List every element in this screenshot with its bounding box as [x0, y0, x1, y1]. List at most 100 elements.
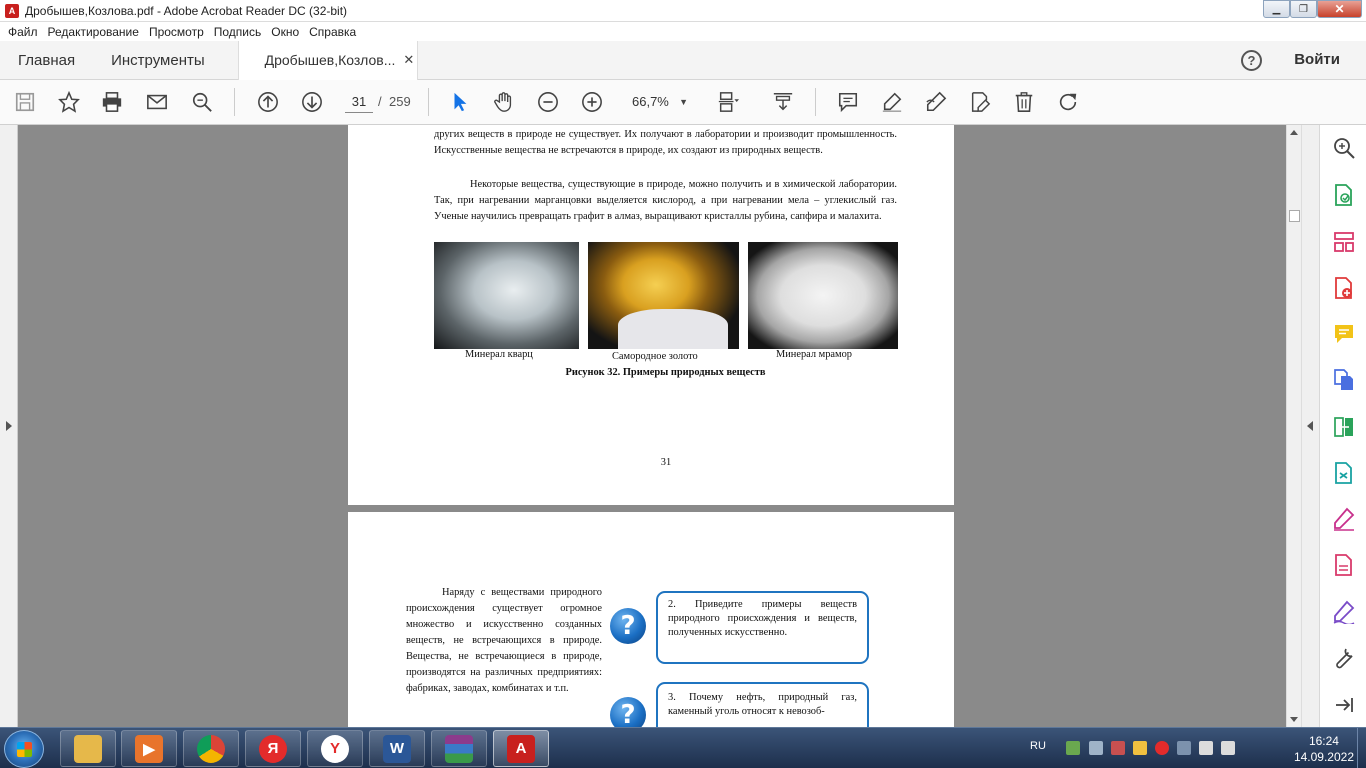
- minimize-button[interactable]: ▁: [1263, 0, 1290, 18]
- clock-date: 14.09.2022: [1293, 750, 1354, 764]
- menu-edit[interactable]: Редактирование: [48, 25, 139, 39]
- organize-pages-icon[interactable]: [1332, 230, 1356, 254]
- security-icon[interactable]: [1066, 741, 1080, 755]
- menu-view[interactable]: Просмотр: [149, 25, 204, 39]
- edit-pdf-icon[interactable]: [1332, 553, 1356, 577]
- yandex-tray-icon[interactable]: [1155, 741, 1169, 755]
- language-indicator[interactable]: RU: [1030, 740, 1046, 752]
- zoom-dropdown[interactable]: 66,7% ▼: [626, 91, 692, 113]
- zoom-out-icon[interactable]: [536, 90, 560, 114]
- bookmark-star-icon[interactable]: [57, 90, 81, 114]
- tools-pane: [1319, 125, 1366, 727]
- antivirus-icon[interactable]: [1111, 741, 1125, 755]
- tab-home[interactable]: Главная: [0, 41, 93, 80]
- left-panel-collapsed[interactable]: [0, 125, 18, 727]
- comment-tool-icon[interactable]: [1332, 322, 1356, 346]
- scroll-thumb[interactable]: [1289, 210, 1300, 222]
- chrome-icon: [197, 734, 225, 763]
- zoom-in-icon[interactable]: [580, 90, 604, 114]
- taskbar-word[interactable]: W: [369, 730, 425, 767]
- menu-file[interactable]: Файл: [8, 25, 38, 39]
- restore-icon: ❐: [1299, 3, 1308, 15]
- tab-tools[interactable]: Инструменты: [93, 41, 223, 80]
- rotate-icon[interactable]: [1056, 90, 1080, 114]
- word-icon: W: [383, 734, 411, 763]
- question-icon: ?: [610, 697, 646, 727]
- question-icon: ?: [610, 608, 646, 644]
- pdf-page: Наряду с веществами природного происхожд…: [348, 512, 954, 727]
- scroll-up-icon[interactable]: [1290, 130, 1298, 135]
- create-pdf-icon[interactable]: [1332, 276, 1356, 300]
- fill-sign-tool-icon[interactable]: [1332, 507, 1356, 531]
- next-page-icon[interactable]: [300, 90, 324, 114]
- maximize-button[interactable]: ❐: [1290, 0, 1317, 18]
- more-tools-icon[interactable]: [1332, 646, 1356, 670]
- help-icon[interactable]: ?: [1241, 50, 1262, 71]
- sign-icon[interactable]: [1332, 600, 1356, 626]
- prev-page-icon[interactable]: [256, 90, 280, 114]
- menu-sign[interactable]: Подпись: [214, 25, 262, 39]
- toolbar-separator: [815, 88, 816, 116]
- close-button[interactable]: ✕: [1317, 0, 1362, 18]
- taskbar-media[interactable]: ▶: [121, 730, 177, 767]
- collapse-right-icon[interactable]: [1307, 421, 1313, 431]
- page-separator: /: [378, 94, 382, 109]
- title-bar: A Дробышев,Козлова.pdf - Adobe Acrobat R…: [0, 0, 1366, 22]
- combine-files-icon[interactable]: [1332, 368, 1356, 392]
- select-cursor-icon[interactable]: [448, 90, 472, 114]
- quartz-photo: [434, 242, 579, 349]
- page-total: 259: [389, 94, 411, 109]
- compress-pdf-icon[interactable]: [1332, 415, 1356, 439]
- expand-left-icon[interactable]: [6, 421, 12, 431]
- menu-window[interactable]: Окно: [271, 25, 299, 39]
- signal-icon[interactable]: [1199, 741, 1213, 755]
- taskbar-acrobat[interactable]: A: [493, 730, 549, 767]
- pdf-page: других веществ в природе не существует. …: [348, 125, 954, 505]
- taskbar-chrome[interactable]: [183, 730, 239, 767]
- signin-button[interactable]: Войти: [1294, 51, 1340, 68]
- toolbar-separator: [428, 88, 429, 116]
- window-controls: ▁ ❐ ✕: [1263, 0, 1362, 18]
- tab-close-icon[interactable]: ✕: [403, 52, 414, 68]
- draw-pen-icon[interactable]: [924, 90, 948, 114]
- fill-sign-icon[interactable]: [968, 90, 992, 114]
- highlight-pen-icon[interactable]: [880, 90, 904, 114]
- monitor-icon[interactable]: [1089, 741, 1103, 755]
- taskbar-yandex[interactable]: Я: [245, 730, 301, 767]
- show-desktop-button[interactable]: [1357, 728, 1366, 768]
- play-icon: ▶: [135, 734, 163, 763]
- hand-tool-icon[interactable]: [492, 90, 516, 114]
- find-zoom-icon[interactable]: [190, 90, 214, 114]
- export-pdf-icon[interactable]: [1332, 183, 1356, 207]
- taskbar-explorer[interactable]: [60, 730, 116, 767]
- scroll-down-icon[interactable]: [1290, 717, 1298, 722]
- taskbar-yandex-browser[interactable]: Y: [307, 730, 363, 767]
- right-panel-toggle[interactable]: [1301, 125, 1319, 727]
- paragraph: других веществ в природе не существует. …: [434, 129, 897, 156]
- document-viewer[interactable]: других веществ в природе не существует. …: [18, 125, 1286, 727]
- print-icon[interactable]: [100, 90, 124, 114]
- taskbar-winrar[interactable]: [431, 730, 487, 767]
- search-zoom-icon[interactable]: [1332, 136, 1356, 160]
- vertical-scrollbar[interactable]: [1286, 125, 1301, 727]
- question-box: 3. Почему нефть, природный газ, каменный…: [656, 682, 869, 727]
- save-icon[interactable]: [13, 90, 37, 114]
- email-icon[interactable]: [145, 90, 169, 114]
- volume-icon[interactable]: [1221, 741, 1235, 755]
- warning-icon[interactable]: [1133, 741, 1147, 755]
- send-file-icon[interactable]: [1332, 461, 1356, 485]
- page-number-input[interactable]: 31: [345, 91, 373, 113]
- start-button[interactable]: [4, 730, 44, 768]
- collapse-pane-icon[interactable]: [1332, 693, 1356, 717]
- tab-document[interactable]: Дробышев,Козлов... ✕: [237, 40, 418, 80]
- clock[interactable]: 16:24 14.09.2022: [1294, 733, 1354, 765]
- trash-icon[interactable]: [1012, 90, 1036, 114]
- display-icon[interactable]: [1177, 741, 1191, 755]
- fit-page-icon[interactable]: [716, 90, 740, 114]
- scroll-mode-icon[interactable]: [771, 90, 795, 114]
- toolbar: 31 / 259 66,7% ▼: [0, 80, 1366, 125]
- paragraph: Некоторые вещества, существующие в приро…: [434, 179, 897, 222]
- winrar-icon: [445, 734, 473, 763]
- comment-icon[interactable]: [836, 90, 860, 114]
- menu-help[interactable]: Справка: [309, 25, 356, 39]
